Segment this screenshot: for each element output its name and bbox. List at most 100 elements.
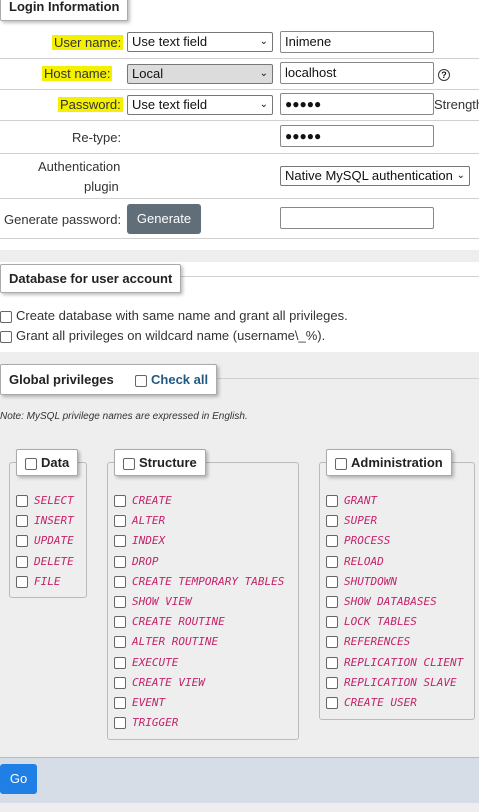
privilege-checkbox[interactable] xyxy=(16,575,28,588)
privilege-checkbox[interactable] xyxy=(326,555,338,568)
privilege-label: ALTER ROUTINE xyxy=(132,635,219,649)
footer-bar xyxy=(0,757,479,803)
structure-group-legend: Structure xyxy=(114,449,206,476)
privilege-checkbox[interactable] xyxy=(114,495,126,507)
privilege-item[interactable]: GRANT xyxy=(326,494,377,507)
privilege-item[interactable]: CREATE TEMPORARY TABLES xyxy=(114,575,284,588)
privilege-label: LOCK TABLES xyxy=(344,615,417,629)
privilege-item[interactable]: SELECT xyxy=(16,494,74,507)
privilege-checkbox[interactable] xyxy=(114,656,126,669)
privilege-item[interactable]: FILE xyxy=(16,575,61,588)
create-db-checkbox[interactable] xyxy=(0,310,12,323)
wildcard-checkbox[interactable] xyxy=(0,330,12,343)
privilege-item[interactable]: LOCK TABLES xyxy=(326,615,417,629)
privilege-item[interactable]: REPLICATION SLAVE xyxy=(326,676,457,689)
privilege-item[interactable]: SHOW VIEW xyxy=(114,595,192,608)
privilege-item[interactable]: CREATE USER xyxy=(326,696,417,709)
privilege-item[interactable]: CREATE VIEW xyxy=(114,676,205,689)
privilege-item[interactable]: RELOAD xyxy=(326,555,384,568)
privilege-checkbox[interactable] xyxy=(114,717,126,730)
privilege-checkbox[interactable] xyxy=(326,495,338,507)
privilege-label: CREATE xyxy=(132,494,172,507)
privilege-checkbox[interactable] xyxy=(114,697,126,709)
check-all-checkbox[interactable] xyxy=(135,374,148,387)
administration-group-checkbox[interactable] xyxy=(335,457,347,470)
username-input[interactable]: Inimene xyxy=(280,31,434,53)
hostname-input[interactable]: localhost xyxy=(280,62,434,84)
privilege-checkbox[interactable] xyxy=(16,535,28,548)
privilege-item[interactable]: EXECUTE xyxy=(114,656,178,669)
privilege-checkbox[interactable] xyxy=(16,515,28,528)
genpass-label: Generate password: xyxy=(4,212,122,227)
privilege-item[interactable]: EVENT xyxy=(114,696,165,709)
auth-plugin-select[interactable]: Native MySQL authentication ⌄ xyxy=(280,166,470,186)
go-button[interactable]: Go xyxy=(0,764,37,794)
privilege-checkbox[interactable] xyxy=(114,555,126,568)
privilege-item[interactable]: INSERT xyxy=(16,514,74,528)
privilege-checkbox[interactable] xyxy=(326,676,338,689)
strength-label: Strength: xyxy=(434,97,479,112)
privilege-label: EXECUTE xyxy=(132,655,179,669)
privilege-checkbox[interactable] xyxy=(114,535,126,548)
wildcard-option[interactable]: Grant all privileges on wildcard name (u… xyxy=(0,328,325,343)
privilege-checkbox[interactable] xyxy=(114,616,126,629)
structure-group-checkbox[interactable] xyxy=(123,457,135,470)
privilege-item[interactable]: ALTER ROUTINE xyxy=(114,635,219,649)
privilege-label: CREATE USER xyxy=(344,696,417,709)
data-group-legend: Data xyxy=(16,449,79,476)
privilege-item[interactable]: CREATE ROUTINE xyxy=(114,615,225,629)
privilege-label: CREATE ROUTINE xyxy=(132,615,225,629)
generate-button[interactable]: Generate xyxy=(127,204,201,234)
privilege-checkbox[interactable] xyxy=(326,656,338,669)
username-type-select[interactable]: Use text field ⌄ xyxy=(127,32,273,52)
divider xyxy=(0,198,479,199)
login-legend: Login Information xyxy=(0,0,129,21)
privilege-checkbox[interactable] xyxy=(326,697,338,709)
divider xyxy=(0,89,479,90)
privilege-checkbox[interactable] xyxy=(114,515,126,528)
privilege-item[interactable]: CREATE xyxy=(114,494,172,507)
password-type-select[interactable]: Use text field ⌄ xyxy=(127,95,273,115)
privilege-checkbox[interactable] xyxy=(114,596,126,608)
privilege-checkbox[interactable] xyxy=(114,636,126,649)
privilege-label: DELETE xyxy=(34,554,74,568)
privilege-checkbox[interactable] xyxy=(16,495,28,507)
generated-password-input[interactable] xyxy=(280,207,434,229)
privilege-item[interactable]: ALTER xyxy=(114,514,165,528)
data-group-checkbox[interactable] xyxy=(25,457,37,470)
privilege-label: UPDATE xyxy=(34,534,74,548)
check-all-link[interactable]: Check all xyxy=(151,372,208,387)
privilege-item[interactable]: SHUTDOWN xyxy=(326,575,397,588)
auth-label-2: plugin xyxy=(84,179,119,194)
privilege-checkbox[interactable] xyxy=(16,555,28,568)
privilege-checkbox[interactable] xyxy=(326,636,338,649)
retype-label: Re-type: xyxy=(72,130,122,145)
privilege-checkbox[interactable] xyxy=(114,676,126,689)
hostname-type-select[interactable]: Local ⌄ xyxy=(127,64,273,84)
privilege-checkbox[interactable] xyxy=(326,535,338,548)
privilege-checkbox[interactable] xyxy=(114,575,126,588)
create-db-option[interactable]: Create database with same name and grant… xyxy=(0,308,348,323)
privilege-item[interactable]: PROCESS xyxy=(326,534,390,548)
privilege-item[interactable]: SUPER xyxy=(326,514,377,528)
password-label: Password: xyxy=(58,97,123,112)
privilege-checkbox[interactable] xyxy=(326,616,338,629)
retype-input[interactable]: ●●●●● xyxy=(280,125,434,147)
hostname-label: Host name: xyxy=(42,66,113,81)
privilege-item[interactable]: INDEX xyxy=(114,534,165,548)
password-input[interactable]: ●●●●● xyxy=(280,93,434,115)
privilege-label: CREATE VIEW xyxy=(132,675,205,689)
help-icon[interactable]: ? xyxy=(438,69,450,81)
privilege-item[interactable]: TRIGGER xyxy=(114,716,178,730)
privilege-checkbox[interactable] xyxy=(326,515,338,528)
privilege-checkbox[interactable] xyxy=(326,575,338,588)
privilege-item[interactable]: SHOW DATABASES xyxy=(326,595,437,608)
divider xyxy=(0,238,479,239)
privilege-item[interactable]: DELETE xyxy=(16,555,74,568)
privilege-checkbox[interactable] xyxy=(326,596,338,608)
privilege-item[interactable]: UPDATE xyxy=(16,534,74,548)
privilege-item[interactable]: REPLICATION CLIENT xyxy=(326,656,463,669)
privilege-item[interactable]: REFERENCES xyxy=(326,635,410,649)
privilege-item[interactable]: DROP xyxy=(114,555,159,568)
administration-group-legend: Administration xyxy=(326,449,452,476)
